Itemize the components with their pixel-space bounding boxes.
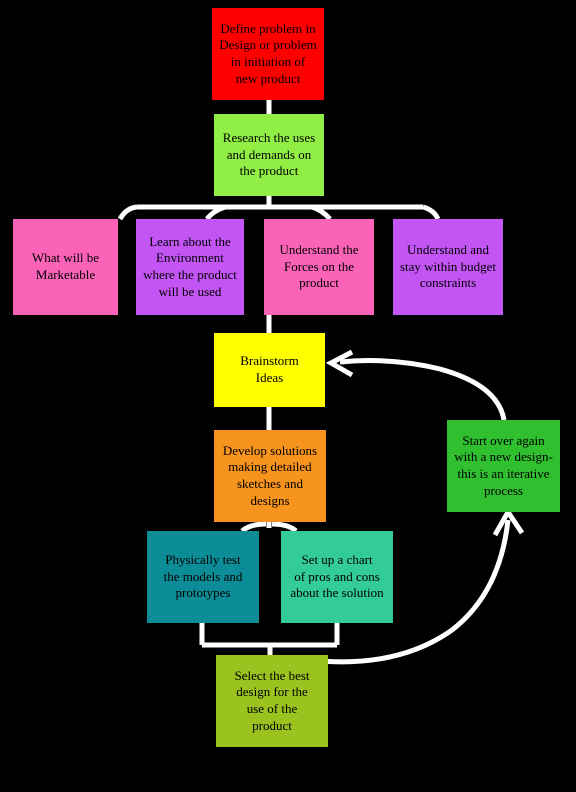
node-understand-forces-label: Understand the Forces on the product: [279, 242, 359, 291]
edge-develop-to-pros-cons: [271, 521, 298, 533]
node-start-over-again[interactable]: Start over again with a new design- this…: [447, 420, 560, 512]
edge-research-to-forces: [311, 204, 332, 221]
node-learn-about-environment[interactable]: Learn about the Environment where the pr…: [136, 219, 244, 315]
edge-start-over-to-brainstorm: [339, 358, 507, 421]
node-brainstorm-ideas-label: Brainstorm Ideas: [240, 353, 299, 385]
edge-develop-to-physical-test: [240, 521, 267, 533]
node-understand-budget[interactable]: Understand and stay within budget constr…: [393, 219, 503, 315]
node-develop-solutions-label: Develop solutions making detailed sketch…: [222, 442, 318, 508]
node-what-will-be-marketable[interactable]: What will be Marketable: [13, 219, 118, 315]
flowchart-canvas: Define problem in Design or problem in i…: [0, 0, 576, 792]
node-define-problem-label: Define problem in Design or problem in i…: [219, 20, 317, 86]
node-define-problem[interactable]: Define problem in Design or problem in i…: [212, 8, 324, 100]
arrowhead-into-brainstorm: [325, 349, 354, 378]
node-learn-about-environment-label: Learn about the Environment where the pr…: [143, 233, 237, 299]
node-understand-forces[interactable]: Understand the Forces on the product: [264, 219, 374, 315]
node-physically-test-models[interactable]: Physically test the models and prototype…: [147, 531, 259, 623]
node-develop-solutions[interactable]: Develop solutions making detailed sketch…: [214, 430, 326, 522]
arrowhead-into-start-over: [492, 507, 525, 537]
edge-research-to-marketable: [117, 204, 138, 221]
node-set-up-chart-pros-cons[interactable]: Set up a chart of pros and cons about th…: [281, 531, 393, 623]
node-research-uses-label: Research the uses and demands on the pro…: [222, 130, 316, 179]
node-what-will-be-marketable-label: What will be Marketable: [31, 250, 100, 282]
node-brainstorm-ideas[interactable]: Brainstorm Ideas: [214, 333, 325, 407]
edge-research-to-budget: [422, 204, 441, 221]
node-research-uses[interactable]: Research the uses and demands on the pro…: [214, 114, 324, 196]
node-understand-budget-label: Understand and stay within budget constr…: [399, 242, 497, 291]
node-select-best-design[interactable]: Select the best design for the use of th…: [216, 655, 328, 747]
edge-research-to-environment: [205, 204, 227, 221]
node-physically-test-models-label: Physically test the models and prototype…: [163, 552, 243, 601]
node-start-over-again-label: Start over again with a new design- this…: [454, 432, 553, 498]
node-set-up-chart-pros-cons-label: Set up a chart of pros and cons about th…: [290, 552, 384, 601]
node-select-best-design-label: Select the best design for the use of th…: [234, 667, 310, 733]
